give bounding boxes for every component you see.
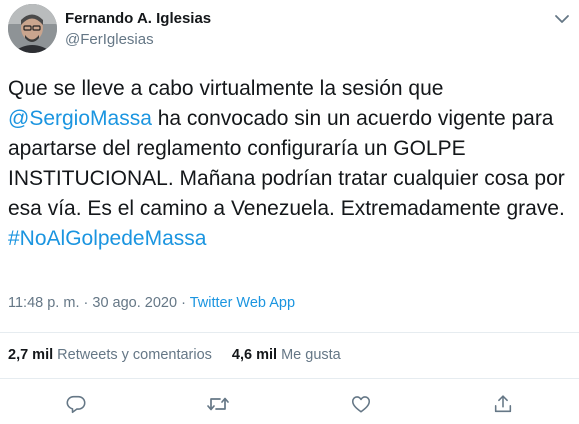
tweet-stats: 2,7 mil Retweets y comentarios 4,6 mil Me… <box>8 347 341 363</box>
meta-separator-2: · <box>181 295 186 311</box>
retweets-stat[interactable]: 2,7 mil Retweets y comentarios <box>8 347 212 363</box>
divider-bottom <box>0 378 579 379</box>
avatar-image <box>8 4 57 53</box>
more-options-button[interactable] <box>553 10 571 28</box>
tweet-text: Que se lleve a cabo virtualmente la sesi… <box>8 74 570 254</box>
share-icon <box>494 395 512 413</box>
tweet-source-link[interactable]: Twitter Web App <box>190 295 295 311</box>
likes-count: 4,6 mil <box>231 347 278 363</box>
tweet-text-start: Que se lleve a cabo virtualmente la sesi… <box>8 77 444 100</box>
tweet-date[interactable]: 30 ago. 2020 <box>92 295 177 311</box>
likes-label: Me gusta <box>281 347 341 363</box>
mention-link[interactable]: @SergioMassa <box>8 107 152 130</box>
tweet-time[interactable]: 11:48 p. m. <box>8 295 79 311</box>
divider-top <box>0 332 579 333</box>
share-button[interactable] <box>491 392 515 416</box>
like-icon <box>351 396 371 413</box>
tweet-card: Fernando A. Iglesias @FerIglesias Que se… <box>0 0 579 424</box>
retweet-button[interactable] <box>206 392 230 416</box>
tweet-meta: 11:48 p. m. · 30 ago. 2020 · Twitter Web… <box>8 295 295 311</box>
reply-button[interactable] <box>64 392 88 416</box>
chevron-down-icon <box>555 15 569 23</box>
retweets-label: Retweets y comentarios <box>57 347 212 363</box>
author-name[interactable]: Fernando A. Iglesias <box>65 10 211 27</box>
author-handle[interactable]: @FerIglesias <box>65 31 154 48</box>
reply-icon <box>66 395 86 414</box>
avatar[interactable] <box>8 4 57 53</box>
meta-separator: · <box>83 295 89 311</box>
hashtag-link[interactable]: #NoAlGolpedeMassa <box>8 227 206 250</box>
like-button[interactable] <box>349 392 373 416</box>
retweet-icon <box>207 397 229 411</box>
likes-stat[interactable]: 4,6 mil Me gusta <box>232 347 341 363</box>
retweets-count: 2,7 mil <box>8 347 54 363</box>
